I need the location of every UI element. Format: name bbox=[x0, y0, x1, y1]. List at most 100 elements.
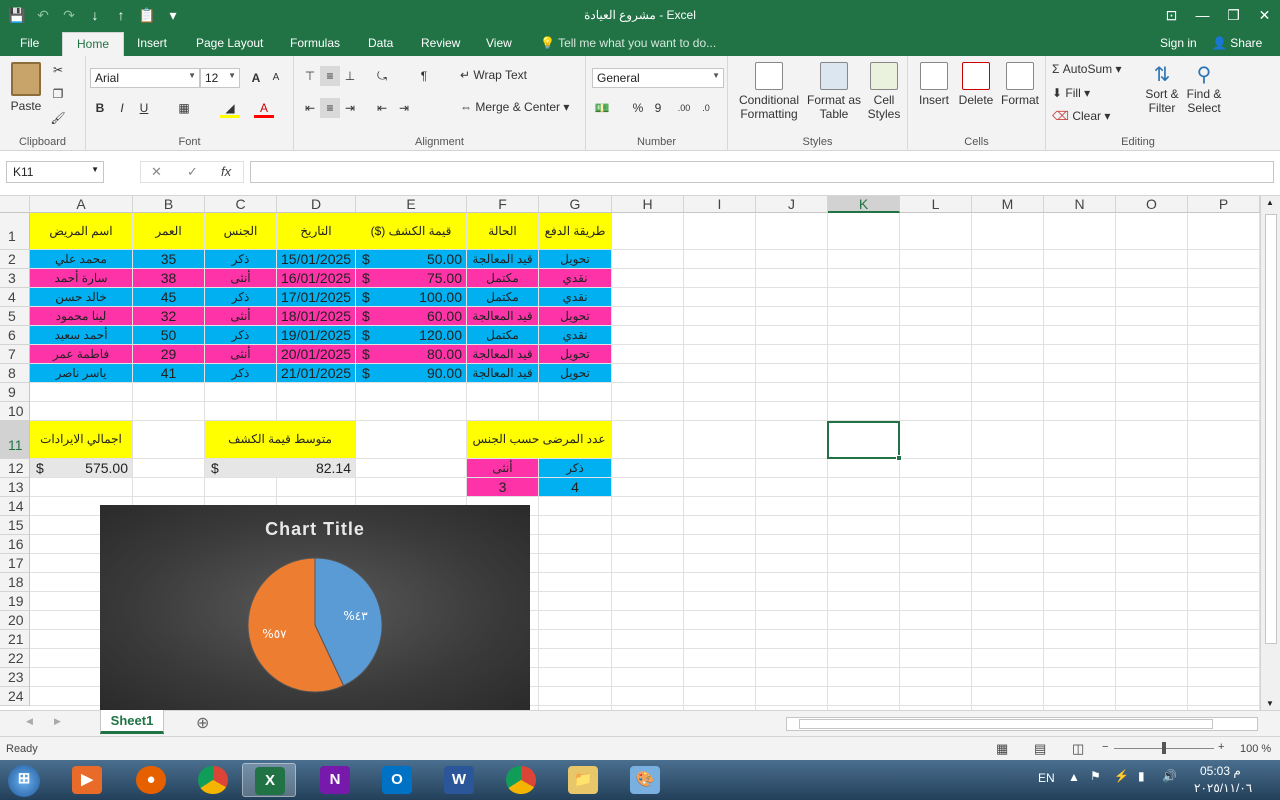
tab-view[interactable]: View bbox=[486, 36, 512, 50]
row-header-15[interactable]: 15 bbox=[0, 516, 30, 535]
row-header-9[interactable]: 9 bbox=[0, 383, 30, 402]
tab-home[interactable]: Home bbox=[62, 32, 125, 57]
power-icon[interactable]: ⚡ bbox=[1114, 769, 1129, 783]
underline-button[interactable]: U bbox=[134, 98, 154, 118]
taskbar-onenote[interactable]: N bbox=[308, 763, 362, 797]
column-header-e[interactable]: E bbox=[356, 196, 467, 213]
cell-payment-method[interactable]: نقدي bbox=[539, 269, 611, 287]
cell-styles-button[interactable]: Cell Styles bbox=[864, 62, 904, 121]
total-revenue-label[interactable]: اجمالي الايرادات bbox=[30, 421, 132, 458]
column-header-h[interactable]: H bbox=[612, 196, 684, 213]
font-size-select[interactable]: 12 ▼ bbox=[200, 68, 240, 88]
taskbar-chrome[interactable] bbox=[186, 763, 240, 797]
language-indicator[interactable]: EN bbox=[1038, 771, 1055, 785]
row-header-7[interactable]: 7 bbox=[0, 345, 30, 364]
zoom-out-icon[interactable]: − bbox=[1102, 741, 1108, 753]
cell-fee[interactable]: $90.00 bbox=[356, 364, 466, 382]
row-header-8[interactable]: 8 bbox=[0, 364, 30, 383]
column-header-k[interactable]: K bbox=[828, 196, 900, 213]
decrease-indent-icon[interactable]: ⇤ bbox=[372, 98, 392, 118]
taskbar-media-player[interactable]: ▶ bbox=[60, 763, 114, 797]
female-count[interactable]: 3 bbox=[467, 478, 538, 496]
cell-patient-name[interactable]: فاطمة عمر bbox=[30, 345, 132, 363]
tab-data[interactable]: Data bbox=[368, 36, 393, 50]
column-header-c[interactable]: C bbox=[205, 196, 277, 213]
scroll-up-icon[interactable]: ▲ bbox=[1266, 198, 1274, 207]
save-icon[interactable]: 💾 bbox=[6, 4, 28, 26]
align-top-icon[interactable]: ⊤ bbox=[300, 66, 320, 86]
undo-icon[interactable]: ↶ bbox=[32, 4, 54, 26]
cell-date[interactable]: 15/01/2025 bbox=[277, 250, 355, 268]
number-format-select[interactable]: General ▼ bbox=[592, 68, 724, 88]
cell-status[interactable]: قيد المعالجة bbox=[467, 364, 538, 382]
cut-icon[interactable]: ✂ bbox=[48, 60, 68, 80]
cell-payment-method[interactable]: تحويل bbox=[539, 345, 611, 363]
taskbar-chrome-profile[interactable] bbox=[494, 763, 548, 797]
decrease-decimal-button[interactable]: .0 bbox=[696, 98, 716, 118]
header-cell-c[interactable]: الجنس bbox=[205, 213, 276, 249]
start-button[interactable]: ⊞ bbox=[0, 763, 50, 797]
column-header-i[interactable]: I bbox=[684, 196, 756, 213]
network-icon[interactable]: ▮ bbox=[1138, 769, 1145, 783]
delete-cells-button[interactable]: Delete bbox=[956, 62, 996, 107]
format-as-table-button[interactable]: Format as Table bbox=[804, 62, 864, 121]
cell-status[interactable]: قيد المعالجة bbox=[467, 307, 538, 325]
cell-patient-name[interactable]: ياسر ناصر bbox=[30, 364, 132, 382]
autosum-button[interactable]: Σ AutoSum ▾ bbox=[1052, 62, 1121, 76]
row-header-20[interactable]: 20 bbox=[0, 611, 30, 630]
cell-status[interactable]: قيد المعالجة bbox=[467, 345, 538, 363]
new-sheet-icon[interactable]: ⊕ bbox=[196, 713, 209, 733]
taskbar-paint[interactable]: 🎨 bbox=[618, 763, 672, 797]
cell-patient-name[interactable]: أحمد سعيد bbox=[30, 326, 132, 344]
header-cell-e[interactable]: قيمة الكشف ($) bbox=[356, 213, 466, 249]
cell-gender[interactable]: ذكر bbox=[205, 288, 276, 306]
taskbar-excel[interactable]: X bbox=[242, 763, 296, 797]
paste-button[interactable]: Paste bbox=[8, 62, 44, 113]
cell-patient-name[interactable]: محمد علي bbox=[30, 250, 132, 268]
cell-payment-method[interactable]: نقدي bbox=[539, 326, 611, 344]
fill-button[interactable]: ⬇ Fill ▾ bbox=[1052, 86, 1090, 100]
header-cell-a[interactable]: اسم المريض bbox=[30, 213, 132, 249]
merge-center-button[interactable]: ⇔ Merge & Center ▾ bbox=[460, 100, 569, 114]
grow-font-button[interactable]: A bbox=[246, 68, 266, 88]
taskbar-firefox[interactable]: ● bbox=[124, 763, 178, 797]
total-revenue-value[interactable]: $575.00 bbox=[30, 459, 132, 477]
cell-age[interactable]: 29 bbox=[133, 345, 204, 363]
cell-fee[interactable]: $100.00 bbox=[356, 288, 466, 306]
column-header-a[interactable]: A bbox=[30, 196, 133, 213]
show-hidden-icons[interactable]: ▲ bbox=[1068, 770, 1080, 784]
patients-by-gender-label[interactable]: عدد المرضى حسب الجنس bbox=[467, 421, 611, 458]
tab-review[interactable]: Review bbox=[421, 36, 460, 50]
male-label[interactable]: ذكر bbox=[539, 459, 611, 477]
row-header-4[interactable]: 4 bbox=[0, 288, 30, 307]
text-direction-icon[interactable]: ¶ bbox=[414, 66, 434, 86]
header-cell-f[interactable]: الحالة bbox=[467, 213, 538, 249]
row-header-13[interactable]: 13 bbox=[0, 478, 30, 497]
format-cells-button[interactable]: Format bbox=[998, 62, 1042, 107]
taskbar-outlook[interactable]: O bbox=[370, 763, 424, 797]
align-left-icon[interactable]: ⇤ bbox=[300, 98, 320, 118]
pie-chart[interactable]: Chart Title %٤٣ %٥٧ bbox=[100, 505, 530, 710]
tab-formulas[interactable]: Formulas bbox=[290, 36, 340, 50]
sort-filter-button[interactable]: ⇅ Sort & Filter bbox=[1142, 62, 1182, 115]
cell-fee[interactable]: $60.00 bbox=[356, 307, 466, 325]
zoom-slider-thumb[interactable] bbox=[1162, 742, 1166, 754]
volume-icon[interactable]: 🔊 bbox=[1162, 769, 1177, 783]
tab-page-layout[interactable]: Page Layout bbox=[196, 36, 263, 50]
next-sheet-icon[interactable]: ▶ bbox=[54, 716, 61, 727]
page-layout-view-icon[interactable]: ▤ bbox=[1034, 741, 1046, 757]
row-header-16[interactable]: 16 bbox=[0, 535, 30, 554]
increase-indent-icon[interactable]: ⇥ bbox=[394, 98, 414, 118]
column-header-p[interactable]: P bbox=[1188, 196, 1260, 213]
cell-gender[interactable]: ذكر bbox=[205, 250, 276, 268]
row-header-19[interactable]: 19 bbox=[0, 592, 30, 611]
horizontal-scroll-thumb[interactable] bbox=[799, 719, 1213, 729]
cell-age[interactable]: 38 bbox=[133, 269, 204, 287]
italic-button[interactable]: I bbox=[112, 98, 132, 118]
clear-button[interactable]: ⌫ Clear ▾ bbox=[1052, 109, 1110, 123]
average-fee-label[interactable]: متوسط قيمة الكشف bbox=[205, 421, 355, 458]
header-cell-b[interactable]: العمر bbox=[133, 213, 204, 249]
cancel-icon[interactable]: ✕ bbox=[151, 164, 162, 180]
bold-button[interactable]: B bbox=[90, 98, 110, 118]
percent-button[interactable]: % bbox=[628, 98, 648, 118]
